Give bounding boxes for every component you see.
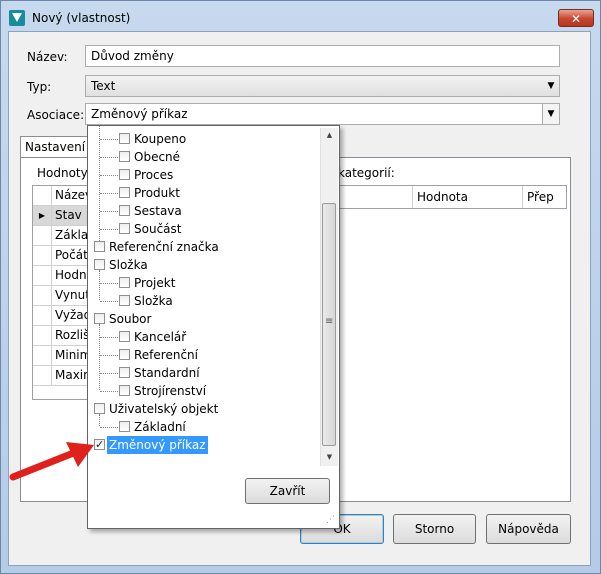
arrow-shaft — [9, 448, 80, 481]
table-row[interactable]: Minim — [33, 346, 87, 366]
grid-header-value[interactable]: Hodnota — [413, 186, 523, 208]
tree-item-label: Projekt — [134, 276, 176, 290]
tab-settings[interactable]: Nastavení — [20, 136, 90, 158]
checkbox-icon[interactable] — [119, 205, 130, 216]
checkbox-icon[interactable] — [119, 187, 130, 198]
tree-item-label: Produkt — [134, 186, 180, 200]
tree-item-label: Složka — [134, 294, 173, 308]
grid-header-override[interactable]: Přep — [523, 186, 566, 208]
tree-item-label: Základní — [134, 420, 186, 434]
association-label: Asociace: — [27, 108, 85, 122]
tree-item-label: Referenční značka — [109, 240, 219, 254]
association-tree[interactable]: Koupeno Obecné Proces Produkt Sestava Součást… — [88, 126, 320, 466]
grid-header-row: Název — [33, 186, 87, 206]
scroll-down-icon[interactable]: ▼ — [321, 450, 338, 465]
tree-item-label: Proces — [134, 168, 174, 182]
scroll-thumb[interactable] — [322, 203, 336, 446]
annotation-arrow-icon — [9, 442, 94, 481]
checkbox-icon[interactable] — [119, 421, 130, 432]
tree-item-label: Soubor — [109, 312, 152, 326]
close-dropdown-button[interactable]: Zavřít — [245, 478, 330, 504]
tree-item-label: Referenční — [134, 348, 198, 362]
table-row[interactable]: ▶ Stav — [33, 206, 87, 226]
values-grid[interactable]: Název ▶ Stav Základ Počát Hodn Vynut Vyž… — [32, 185, 88, 400]
tree-item-label: Složka — [109, 258, 148, 272]
checkbox-icon[interactable] — [119, 349, 130, 360]
window-title: Nový (vlastnost) — [32, 11, 131, 25]
checkbox-icon[interactable] — [119, 223, 130, 234]
table-row[interactable]: Základ — [33, 226, 87, 246]
table-row[interactable]: Počát — [33, 246, 87, 266]
tree-item-label: Koupeno — [134, 132, 187, 146]
categories-label: kategorií: — [338, 166, 395, 180]
close-window-button[interactable]: ✕ — [558, 9, 594, 27]
checkbox-icon[interactable] — [119, 169, 130, 180]
checkbox-icon[interactable] — [94, 241, 105, 252]
checkbox-icon[interactable] — [94, 403, 105, 414]
type-select[interactable]: Text ▼ — [85, 75, 560, 97]
tree-item-label: Sestava — [134, 204, 182, 218]
help-button[interactable]: Nápověda — [486, 514, 571, 544]
app-logo-icon — [9, 10, 25, 26]
table-row[interactable]: Rozliš — [33, 326, 87, 346]
tree-item-label: Uživatelský objekt — [109, 402, 219, 416]
association-select-value: Změnový příkaz — [91, 107, 188, 121]
name-field[interactable]: Důvod změny — [85, 45, 560, 67]
table-row[interactable]: Vynut — [33, 286, 87, 306]
tree-item-label: Standardní — [134, 366, 200, 380]
dropdown-scrollbar[interactable]: ▲ ▼ — [320, 128, 338, 466]
checkbox-icon[interactable] — [119, 151, 130, 162]
table-row[interactable]: Maxin — [33, 366, 87, 386]
tree-item-label: Kancelář — [134, 330, 187, 344]
cancel-button[interactable]: Storno — [393, 514, 476, 544]
name-label: Název: — [27, 50, 68, 64]
chevron-down-icon: ▼ — [542, 104, 559, 124]
checkbox-icon[interactable] — [94, 313, 105, 324]
checkbox-icon[interactable] — [119, 385, 130, 396]
checkbox-icon[interactable] — [119, 331, 130, 342]
grid-header-blank — [337, 186, 413, 208]
values-label: Hodnoty — [37, 166, 88, 180]
type-select-value: Text — [91, 79, 116, 93]
tree-item-label: Součást — [134, 222, 182, 236]
tree-item-label: Změnový příkaz — [107, 436, 208, 454]
grid-header-name: Název — [55, 188, 87, 202]
chevron-down-icon: ▼ — [547, 81, 555, 91]
table-row[interactable]: Hodn — [33, 266, 87, 286]
title-bar[interactable]: Nový (vlastnost) ✕ — [1, 1, 600, 35]
scroll-up-icon[interactable]: ▲ — [321, 128, 338, 143]
association-select[interactable]: Změnový příkaz ▼ — [85, 103, 560, 125]
tree-item-label: Strojírenství — [134, 384, 207, 398]
association-dropdown[interactable]: Koupeno Obecné Proces Produkt Sestava Součást… — [87, 125, 340, 529]
tree-item-label: Obecné — [134, 150, 181, 164]
table-row[interactable]: Vyžad — [33, 306, 87, 326]
checkbox-icon[interactable] — [94, 259, 105, 270]
resize-grip-icon[interactable]: ⋰ — [326, 516, 335, 525]
checkbox-icon[interactable] — [119, 367, 130, 378]
checkbox-icon[interactable] — [119, 133, 130, 144]
checkbox-icon[interactable] — [119, 277, 130, 288]
type-label: Typ: — [27, 80, 52, 94]
row-indicator-icon: ▶ — [33, 206, 52, 225]
categories-grid[interactable]: Hodnota Přep — [336, 185, 567, 209]
checkbox-icon[interactable] — [119, 295, 130, 306]
